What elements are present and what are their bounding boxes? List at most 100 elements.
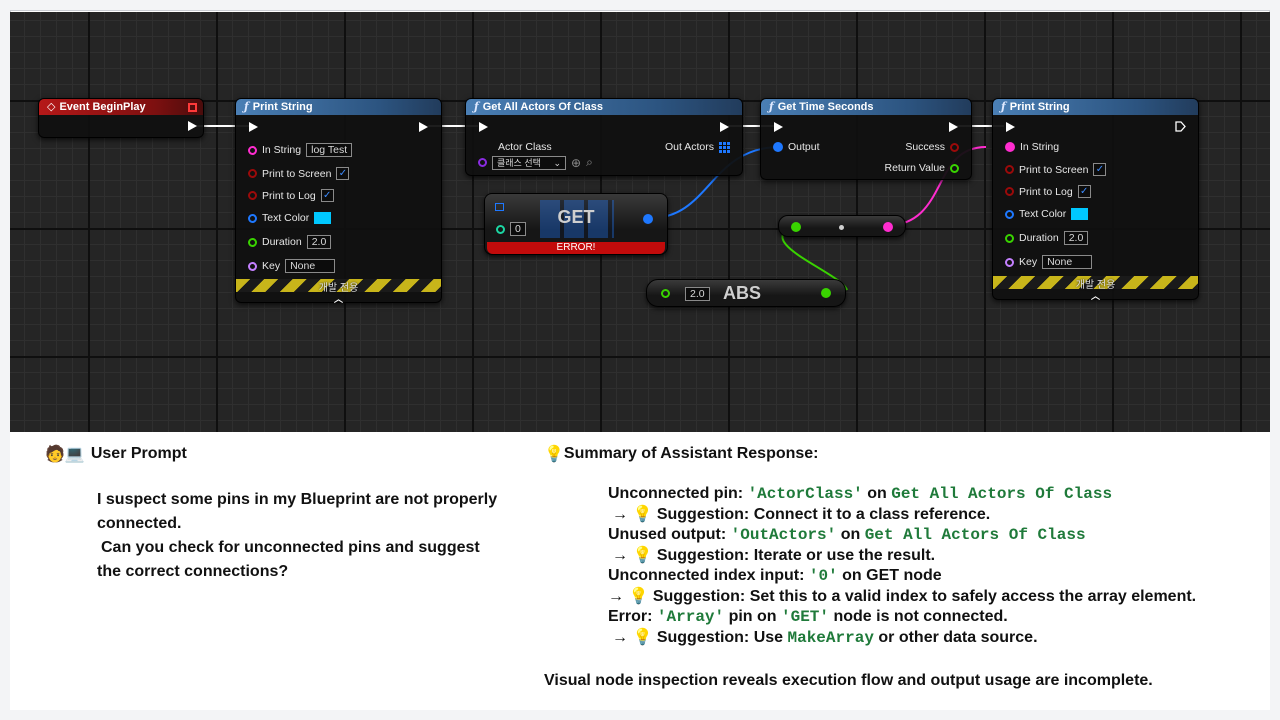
- actor-class-label: Actor Class: [498, 141, 552, 153]
- duration-input[interactable]: 2.0: [1063, 231, 1089, 245]
- out-actors-pin[interactable]: Out Actors: [665, 141, 730, 153]
- exec-out-pin[interactable]: [419, 122, 428, 132]
- output-pin[interactable]: Output: [773, 141, 820, 153]
- text-color-pin[interactable]: Text Color: [248, 212, 332, 224]
- success-pin[interactable]: Success: [905, 141, 959, 153]
- print-to-log-pin[interactable]: Print to Log ✓: [248, 189, 334, 202]
- pin-label: Duration: [1019, 232, 1059, 244]
- print-string-node-1[interactable]: ƒ Print String In String log Test Print …: [235, 98, 442, 305]
- exec-in-pin[interactable]: [479, 122, 488, 132]
- collapse-caret-icon[interactable]: ︿: [236, 292, 441, 305]
- user-prompt-title: User Prompt: [90, 445, 187, 462]
- float-pin-icon: [950, 163, 959, 173]
- element-out-pin-icon[interactable]: [643, 214, 653, 224]
- lightbulb-icon: 💡: [632, 628, 653, 646]
- get-time-seconds-title: Get Time Seconds: [777, 101, 874, 113]
- prompt-line: I suspect some pins in my Blueprint are …: [97, 491, 498, 508]
- pin-label: Print to Screen: [262, 167, 332, 180]
- print-to-log-checkbox[interactable]: ✓: [1077, 185, 1091, 198]
- get-all-actors-node[interactable]: ƒ Get All Actors Of Class Actor Class 클래…: [465, 98, 743, 176]
- print-string-header: ƒ Print String: [236, 99, 441, 115]
- browse-search-icon[interactable]: ⌕: [586, 155, 593, 170]
- summary-suggestion-1: → 💡 Suggestion: Connect it to a class re…: [612, 505, 991, 523]
- reroute-out-pin-icon[interactable]: [883, 222, 893, 232]
- event-diamond-icon: ◇: [47, 101, 56, 113]
- in-string-pin[interactable]: In String log Test: [248, 143, 353, 157]
- in-string-input[interactable]: log Test: [306, 143, 353, 157]
- array-grid-icon: [719, 141, 730, 153]
- color-swatch[interactable]: [314, 212, 332, 224]
- reroute-node[interactable]: [778, 215, 906, 237]
- event-title: Event BeginPlay: [59, 101, 146, 113]
- duration-input[interactable]: 2.0: [306, 235, 332, 249]
- print-to-screen-pin[interactable]: Print to Screen ✓: [1005, 163, 1107, 176]
- exec-out-pin[interactable]: [188, 121, 197, 131]
- reroute-center-icon: [839, 225, 844, 230]
- pin-label: Success: [905, 141, 945, 153]
- exec-out-pin[interactable]: [720, 122, 729, 132]
- event-beginplay-node[interactable]: ◇ Event BeginPlay: [38, 98, 204, 138]
- summary-heading: 💡 Summary of Assistant Response:: [544, 444, 819, 464]
- function-icon: ƒ: [769, 100, 774, 113]
- key-pin[interactable]: Key None: [1005, 255, 1093, 269]
- print-string-node-2[interactable]: ƒ Print String In String Print to Screen…: [992, 98, 1199, 302]
- exec-in-pin[interactable]: [1006, 122, 1015, 132]
- text-color-pin[interactable]: Text Color: [1005, 208, 1089, 220]
- bool-pin-icon: [248, 191, 257, 200]
- delegate-pin-icon[interactable]: [188, 102, 197, 112]
- class-select-dropdown[interactable]: 클래스 선택 ⌄: [492, 155, 566, 170]
- print-to-screen-checkbox[interactable]: ✓: [1093, 163, 1107, 176]
- key-input[interactable]: None: [1042, 255, 1093, 269]
- print-to-log-checkbox[interactable]: ✓: [320, 189, 334, 202]
- print-to-log-pin[interactable]: Print to Log ✓: [1005, 185, 1091, 198]
- exec-in-pin[interactable]: [774, 122, 783, 132]
- summary-conclusion: Visual node inspection reveals execution…: [544, 672, 1153, 689]
- get-all-actors-header: ƒ Get All Actors Of Class: [466, 99, 742, 115]
- summary-item-2: Unused output: 'OutActors' on Get All Ac…: [608, 526, 1086, 544]
- use-selected-icon[interactable]: ⊕: [571, 156, 581, 170]
- print-to-screen-checkbox[interactable]: ✓: [336, 167, 350, 180]
- blueprint-graph[interactable]: ◇ Event BeginPlay ƒ Print String In Stri…: [10, 12, 1270, 432]
- error-banner: ERROR!: [487, 242, 665, 254]
- duration-pin[interactable]: Duration 2.0: [1005, 231, 1089, 245]
- summary-suggestion-3: → 💡 Suggestion: Set this to a valid inde…: [608, 587, 1197, 605]
- print-to-screen-pin[interactable]: Print to Screen ✓: [248, 167, 350, 180]
- get-array-node[interactable]: GET 0 ERROR!: [484, 193, 668, 255]
- function-icon: ƒ: [1001, 100, 1006, 113]
- actor-class-pin[interactable]: 클래스 선택 ⌄ ⊕ ⌕: [478, 155, 593, 170]
- exec-in-pin[interactable]: [249, 122, 258, 132]
- print-string-header: ƒ Print String: [993, 99, 1198, 115]
- abs-value-input[interactable]: 2.0: [685, 287, 710, 301]
- exec-arrow-icon: [188, 121, 197, 131]
- name-pin-icon: [248, 261, 257, 271]
- user-prompt-heading: 🧑💻 User Prompt: [45, 444, 187, 464]
- prompt-line: the correct connections?: [97, 563, 289, 580]
- string-pin-icon: [248, 145, 257, 155]
- prompt-line: Can you check for unconnected pins and s…: [101, 539, 480, 556]
- float-in-pin-icon[interactable]: [661, 289, 670, 298]
- pin-label: Output: [788, 141, 820, 153]
- color-swatch[interactable]: [1071, 208, 1089, 220]
- exec-out-pin[interactable]: [949, 122, 958, 132]
- reroute-in-pin-icon[interactable]: [791, 222, 801, 232]
- exec-out-pin-unconnected[interactable]: [1175, 121, 1186, 132]
- float-pin-icon: [1005, 233, 1014, 243]
- get-time-seconds-node[interactable]: ƒ Get Time Seconds Output Success Return…: [760, 98, 972, 180]
- index-input[interactable]: 0: [510, 222, 526, 236]
- summary-suggestion-4: → 💡 Suggestion: Use MakeArray or other d…: [612, 628, 1038, 647]
- abs-node[interactable]: 2.0 ABS: [646, 279, 846, 307]
- return-value-pin[interactable]: Return Value: [884, 162, 959, 174]
- function-icon: ƒ: [474, 100, 479, 113]
- key-input[interactable]: None: [285, 259, 336, 273]
- in-string-pin[interactable]: In String: [1005, 141, 1059, 153]
- duration-pin[interactable]: Duration 2.0: [248, 235, 332, 249]
- key-pin[interactable]: Key None: [248, 259, 336, 273]
- print-string-title: Print String: [252, 101, 313, 113]
- user-prompt-text: I suspect some pins in my Blueprint are …: [97, 488, 547, 584]
- get-time-seconds-header: ƒ Get Time Seconds: [761, 99, 971, 115]
- index-pin[interactable]: 0: [496, 222, 526, 236]
- collapse-caret-icon[interactable]: ︿: [993, 289, 1198, 302]
- event-header: ◇ Event BeginPlay: [39, 99, 203, 115]
- summary-items: Unconnected pin: 'ActorClass' on Get All…: [608, 484, 1196, 648]
- float-out-pin-icon[interactable]: [821, 288, 831, 298]
